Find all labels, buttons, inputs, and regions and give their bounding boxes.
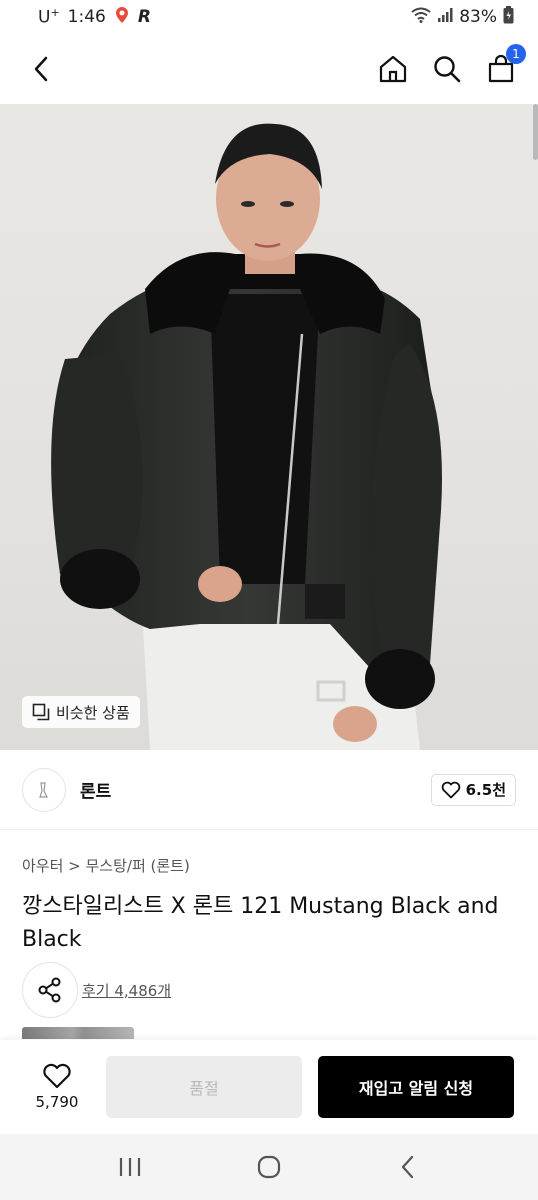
status-left: U+ 1:46 R <box>38 6 151 29</box>
product-title: 깡스타일리스트 X 론트 121 Mustang Black and Black <box>22 894 499 952</box>
brand-info[interactable]: 론트 <box>22 767 112 812</box>
heart-outline-icon <box>43 1063 71 1089</box>
system-nav-bar <box>0 1134 538 1200</box>
home-button[interactable] <box>376 52 410 86</box>
header-actions: 1 <box>376 44 526 86</box>
review-thumbnail-strip[interactable] <box>22 1027 134 1039</box>
share-icon <box>38 977 61 1003</box>
back-arrow-icon <box>34 56 48 82</box>
restock-alert-button[interactable]: 재입고 알림 신청 <box>318 1056 514 1118</box>
carrier: U+ <box>38 6 60 28</box>
app-r-icon: R <box>137 7 151 27</box>
search-icon <box>434 56 461 83</box>
status-right: 83% <box>411 5 514 29</box>
search-button[interactable] <box>430 52 464 86</box>
reviews-link[interactable]: 후기 4,486개 <box>82 980 171 1001</box>
battery-percent: 83% <box>459 7 497 27</box>
location-icon <box>114 6 130 29</box>
brand-logo <box>22 767 66 812</box>
similar-products-button[interactable]: 비슷한 상품 <box>22 696 140 728</box>
wishlist-count: 5,790 <box>35 1093 79 1111</box>
product-photo-illustration <box>51 123 442 750</box>
home-circle-icon <box>257 1155 281 1179</box>
product-image[interactable] <box>0 104 538 750</box>
brand-name: 론트 <box>80 782 112 802</box>
brand-logo-mark <box>39 781 48 798</box>
back-nav-button[interactable] <box>383 1147 433 1187</box>
cart-button[interactable]: 1 <box>484 44 526 86</box>
wishlist-button[interactable]: 5,790 <box>22 1063 92 1111</box>
recent-apps-icon <box>119 1158 140 1176</box>
sold-out-button: 품절 <box>106 1056 302 1118</box>
status-bar: U+ 1:46 R 83% <box>0 0 538 34</box>
brand-row: 론트 6.5천 <box>0 750 538 830</box>
similar-products-icon <box>32 703 50 721</box>
battery-icon <box>503 5 514 29</box>
brand-like-button[interactable]: 6.5천 <box>430 773 516 806</box>
similar-products-label: 비슷한 상품 <box>56 703 130 722</box>
heart-outline-icon <box>441 781 460 798</box>
cart-count-badge: 1 <box>506 44 526 64</box>
clock: 1:46 <box>67 7 106 27</box>
wifi-icon <box>411 7 431 28</box>
home-nav-button[interactable] <box>244 1147 294 1187</box>
bottom-action-bar: 5,790 품절 재입고 알림 신청 <box>0 1040 538 1134</box>
home-icon <box>379 55 407 83</box>
top-header: 1 <box>0 34 538 104</box>
signal-icon <box>437 7 453 28</box>
breadcrumb[interactable]: 아우터 > 무스탕/퍼 (론트) <box>22 855 190 876</box>
image-scroll-indicator <box>533 104 538 160</box>
recent-apps-button[interactable] <box>105 1147 155 1187</box>
review-row: 후기 4,486개 <box>22 962 171 1018</box>
chevron-left-icon <box>402 1155 414 1179</box>
brand-like-count: 6.5천 <box>465 781 506 799</box>
back-button[interactable] <box>24 52 58 86</box>
share-button[interactable] <box>22 962 78 1018</box>
